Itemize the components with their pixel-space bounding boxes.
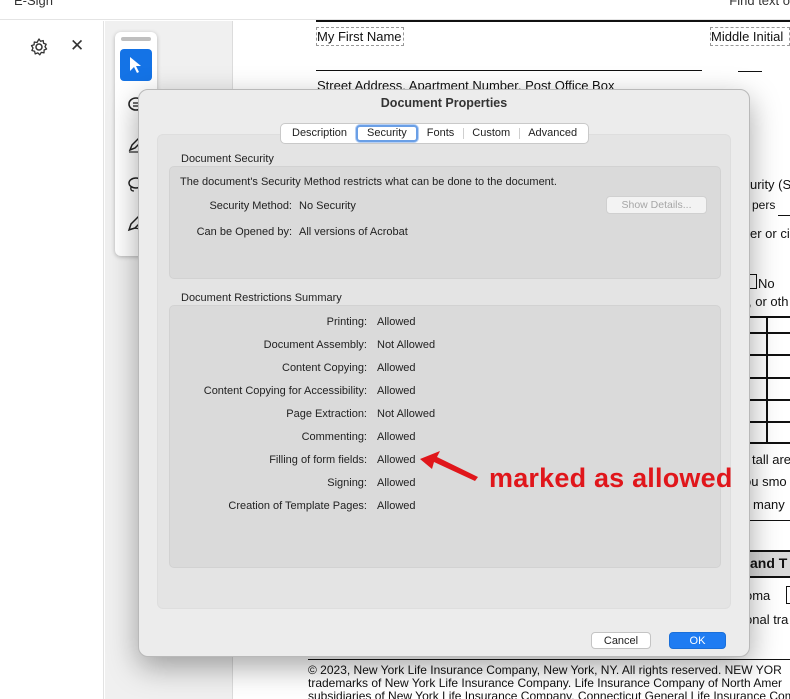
section-banner-text: and T [750, 555, 788, 571]
doc-text-fragment: onal tra [745, 612, 789, 627]
restriction-value: Allowed [377, 385, 416, 397]
restriction-label: Signing: [327, 477, 367, 489]
form-rule [316, 70, 702, 71]
form-table-rule [745, 421, 790, 423]
find-text-field[interactable]: Find text o [729, 0, 790, 8]
footer-copyright-line: trademarks of New York Life Insurance Co… [308, 676, 783, 690]
form-rule [738, 71, 762, 72]
no-checkbox-label: No [758, 276, 775, 291]
security-method-value: No Security [299, 200, 356, 212]
restriction-value: Allowed [377, 431, 416, 443]
restriction-value: Allowed [377, 500, 416, 512]
red-arrow-icon [418, 447, 482, 492]
doc-text-fragment: ou smo [744, 474, 787, 489]
restriction-label: Filling of form fields: [269, 454, 367, 466]
form-rule [316, 20, 790, 22]
dialog-title: Document Properties [380, 96, 508, 110]
restriction-value: Not Allowed [377, 339, 436, 351]
tab-custom[interactable]: Custom [463, 125, 519, 142]
cancel-button[interactable]: Cancel [591, 632, 651, 649]
doc-text-fragment: , or oth [748, 294, 789, 309]
doc-text-fragment: urity (S [750, 177, 790, 192]
close-icon[interactable]: ✕ [70, 36, 84, 56]
tab-advanced[interactable]: Advanced [519, 125, 586, 142]
tab-description[interactable]: Description [283, 125, 356, 142]
restriction-label: Content Copying for Accessibility: [203, 385, 367, 397]
restrictions-section-heading: Document Restrictions Summary [181, 292, 342, 304]
tab-fonts[interactable]: Fonts [418, 125, 464, 142]
form-table-rule [745, 354, 790, 356]
middle-initial-label: Middle Initial [711, 29, 784, 44]
left-settings-pane: ✕ [0, 21, 104, 699]
show-details-button[interactable]: Show Details... [606, 196, 707, 214]
tab-security[interactable]: Security [356, 125, 418, 142]
footer-copyright-line: subsidiaries of New York Life Insurance … [308, 689, 790, 699]
palette-grip[interactable] [121, 37, 151, 41]
doc-text-fragment: er or ci [750, 226, 790, 241]
ok-button[interactable]: OK [669, 632, 726, 649]
restriction-label: Commenting: [301, 431, 367, 443]
gear-icon[interactable] [29, 37, 49, 57]
document-properties-dialog: Document Properties Document Security Th… [138, 89, 750, 657]
annotation-callout: marked as allowed [489, 463, 733, 493]
restriction-value: Allowed [377, 454, 416, 466]
properties-tab-bar: Description Security Fonts Custom Advanc… [280, 123, 590, 144]
form-rule [746, 520, 790, 521]
form-checkbox[interactable] [786, 586, 790, 604]
form-table-rule [745, 316, 790, 318]
restriction-label: Document Assembly: [263, 339, 367, 351]
restriction-label: Page Extraction: [286, 408, 367, 420]
opened-by-label: Can be Opened by: [196, 226, 292, 238]
restriction-value: Not Allowed [377, 408, 436, 420]
security-method-label: Security Method: [209, 200, 292, 212]
form-table-rule [745, 332, 790, 334]
select-tool-button[interactable] [120, 49, 152, 81]
restriction-value: Allowed [377, 477, 416, 489]
first-name-label: My First Name [317, 29, 402, 44]
opened-by-value: All versions of Acrobat [299, 226, 408, 238]
restriction-label: Content Copying: [282, 362, 367, 374]
footer-copyright-line: © 2023, New York Life Insurance Company,… [308, 663, 782, 677]
restriction-label: Creation of Template Pages: [228, 500, 367, 512]
security-intro-text: The document's Security Method restricts… [180, 176, 557, 188]
form-rule [308, 659, 790, 660]
doc-text-fragment: many [753, 497, 785, 512]
restriction-value: Allowed [377, 316, 416, 328]
doc-text-fragment: pers [752, 198, 776, 212]
restriction-value: Allowed [377, 362, 416, 374]
topbar-title: E-Sign [14, 0, 54, 8]
form-table-rule [745, 399, 790, 401]
form-table-rule [745, 377, 790, 379]
form-rule [778, 215, 790, 216]
app-topbar: E-Sign Find text o [0, 0, 790, 20]
restriction-label: Printing: [326, 316, 367, 328]
security-section-heading: Document Security [181, 153, 274, 165]
form-table-rule [745, 442, 790, 444]
doc-text-fragment: tall are [752, 452, 790, 467]
form-table-divider [766, 316, 768, 444]
